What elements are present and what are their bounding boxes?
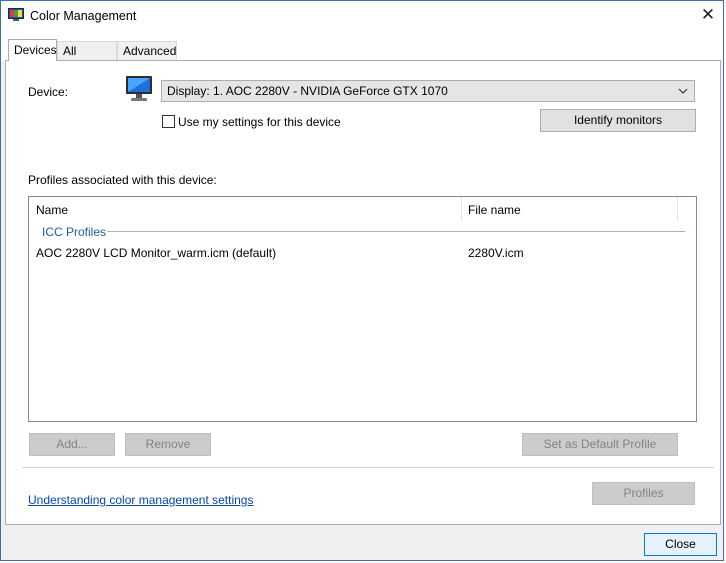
profiles-button[interactable]: Profiles xyxy=(592,482,695,505)
remove-profile-button[interactable]: Remove xyxy=(125,433,211,456)
window-title: Color Management xyxy=(30,9,137,23)
tab-devices[interactable]: Devices xyxy=(8,39,57,61)
profile-row-name[interactable]: AOC 2280V LCD Monitor_warm.icm (default) xyxy=(36,246,276,260)
profile-row-file[interactable]: 2280V.icm xyxy=(468,246,524,260)
use-my-settings-label[interactable]: Use my settings for this device xyxy=(178,115,341,129)
identify-monitors-button[interactable]: Identify monitors xyxy=(540,109,696,132)
profiles-list[interactable] xyxy=(28,196,697,422)
column-header-file-name[interactable]: File name xyxy=(468,203,521,217)
device-label: Device: xyxy=(28,85,69,99)
column-divider[interactable] xyxy=(677,197,678,221)
tab-advanced[interactable]: Advanced xyxy=(117,41,177,60)
add-profile-button[interactable]: Add... xyxy=(29,433,115,456)
device-select-value: Display: 1. AOC 2280V - NVIDIA GeForce G… xyxy=(167,84,448,98)
column-header-name[interactable]: Name xyxy=(36,203,68,217)
group-header-line xyxy=(107,231,685,232)
close-button[interactable]: Close xyxy=(644,533,717,556)
tab-all-profiles[interactable]: All Profiles xyxy=(57,41,117,77)
divider xyxy=(22,467,714,468)
column-divider[interactable] xyxy=(461,197,462,221)
monitor-icon xyxy=(124,74,154,104)
understanding-color-management-link[interactable]: Understanding color management settings xyxy=(28,493,253,507)
use-my-settings-checkbox[interactable] xyxy=(162,115,175,128)
color-management-app-icon xyxy=(8,8,24,22)
chevron-down-icon xyxy=(678,81,688,109)
device-select[interactable]: Display: 1. AOC 2280V - NVIDIA GeForce G… xyxy=(161,80,695,102)
profiles-section-label: Profiles associated with this device: xyxy=(28,173,217,187)
group-header-icc-profiles: ICC Profiles xyxy=(42,225,107,239)
set-default-profile-button[interactable]: Set as Default Profile xyxy=(522,433,678,456)
close-window-icon[interactable]: ✕ xyxy=(694,3,722,27)
